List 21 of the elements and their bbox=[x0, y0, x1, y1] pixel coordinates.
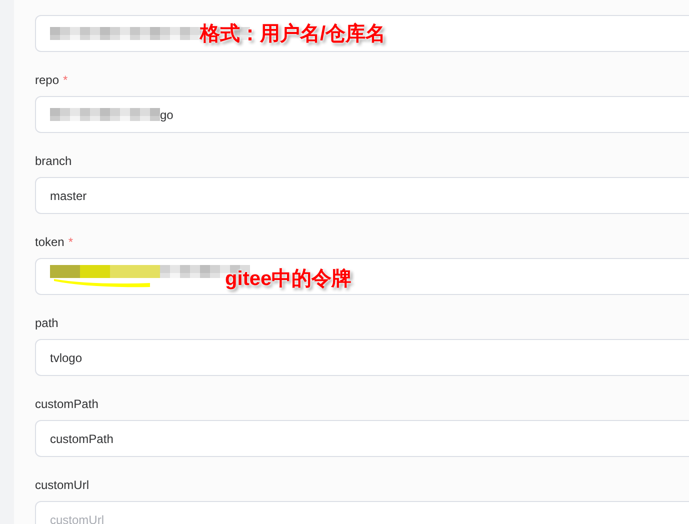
input-field[interactable]: customPath bbox=[35, 420, 689, 457]
required-mark: * bbox=[68, 234, 74, 250]
field-value: tvlogo bbox=[50, 350, 82, 366]
field-label: path bbox=[35, 314, 58, 332]
field-value: master bbox=[50, 188, 87, 204]
input-field[interactable]: go bbox=[35, 96, 689, 133]
field-value: go bbox=[160, 106, 174, 124]
field-label: repo bbox=[35, 72, 60, 88]
annotation-text: gitee中的令牌 bbox=[225, 267, 352, 292]
field-placeholder: customUrl bbox=[50, 512, 104, 524]
field-label: customUrl bbox=[35, 476, 90, 494]
input-field[interactable] bbox=[35, 258, 689, 295]
annotation-text: 格式：用户名/仓库名 bbox=[200, 22, 386, 47]
field-label: branch bbox=[35, 152, 72, 170]
field-label: customPath bbox=[35, 396, 98, 412]
field-label: token bbox=[35, 234, 64, 250]
input-field[interactable] bbox=[35, 15, 689, 52]
input-field[interactable]: tvlogo bbox=[35, 339, 689, 376]
field-value: customPath bbox=[50, 430, 114, 448]
input-field[interactable]: master bbox=[35, 177, 689, 214]
required-mark: * bbox=[63, 72, 68, 88]
